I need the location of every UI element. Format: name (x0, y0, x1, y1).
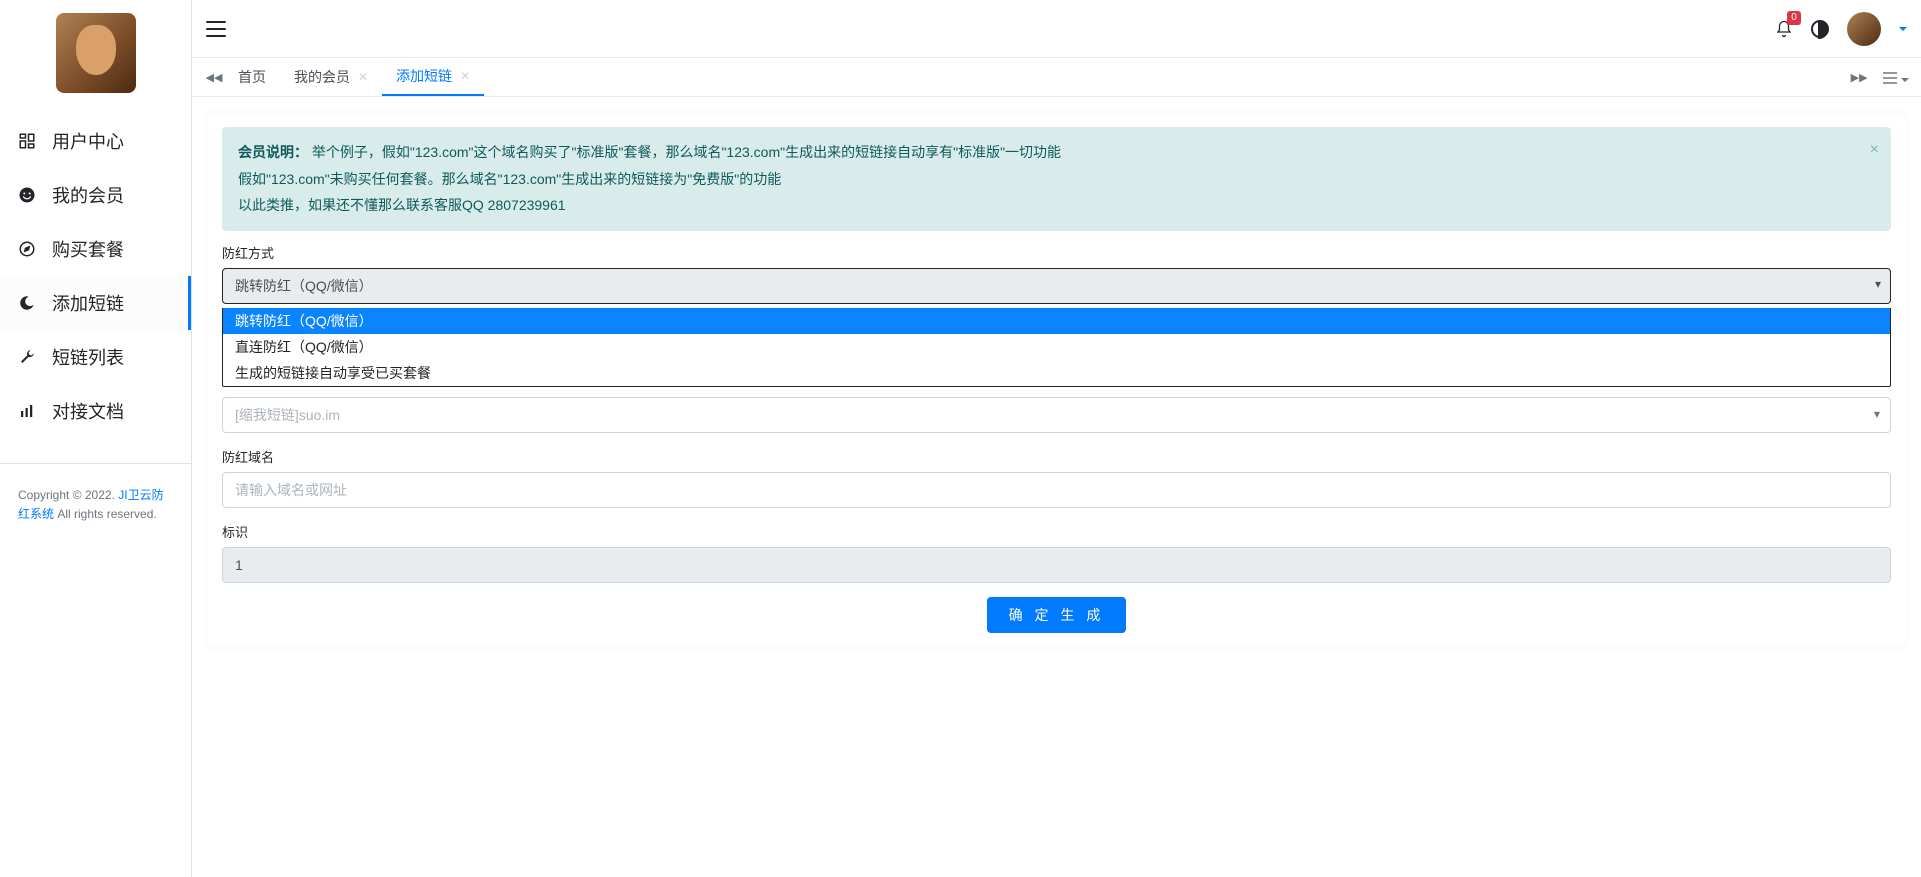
flag-input (222, 547, 1891, 583)
flag-label: 标识 (222, 522, 1891, 541)
sidebar-item-label: 对接文档 (52, 398, 124, 424)
mode-option[interactable]: 生成的短链接自动享受已买套餐 (223, 360, 1890, 386)
user-dropdown-caret-icon[interactable] (1899, 27, 1907, 31)
short-domain-select[interactable]: [缩我短链]suo.im (222, 397, 1891, 433)
sidebar-item-label: 我的会员 (52, 182, 124, 208)
member-callout: × 会员说明： 举个例子，假如"123.com"这个域名购买了"标准版"套餐，那… (222, 127, 1891, 231)
smile-icon (16, 186, 38, 204)
brand-avatar (56, 13, 136, 93)
callout-close-icon[interactable]: × (1870, 135, 1879, 165)
tab-home[interactable]: 首页 (224, 58, 280, 96)
sidebar: 用户中心 我的会员 购买套餐 添加短链 短链列表 对接文档 (0, 0, 192, 877)
form-card: × 会员说明： 举个例子，假如"123.com"这个域名购买了"标准版"套餐，那… (208, 113, 1905, 647)
content-area: 0 ◀◀ 首页 我的会员 ✕ 添加短链 ✕ (192, 0, 1921, 877)
mode-dropdown: 跳转防红（QQ/微信） 直连防红（QQ/微信） 生成的短链接自动享受已买套餐 (222, 308, 1891, 387)
theme-icon[interactable] (1811, 20, 1829, 38)
bell-icon[interactable]: 0 (1775, 19, 1793, 39)
callout-line2: 假如"123.com"未购买任何套餐。那么域名"123.com"生成出来的短链接… (238, 171, 781, 187)
tab-scroll-left-icon[interactable]: ◀◀ (204, 71, 224, 84)
copyright-suffix: All rights reserved. (54, 507, 157, 521)
callout-title: 会员说明： (238, 144, 308, 160)
page-body: × 会员说明： 举个例子，假如"123.com"这个域名购买了"标准版"套餐，那… (192, 97, 1921, 663)
mode-option[interactable]: 直连防红（QQ/微信） (223, 334, 1890, 360)
mode-option[interactable]: 跳转防红（QQ/微信） (223, 308, 1890, 334)
submit-button[interactable]: 确 定 生 成 (987, 597, 1127, 633)
edge-icon (16, 294, 38, 312)
sidebar-item-label: 购买套餐 (52, 236, 124, 262)
tab-menu-icon[interactable] (1883, 69, 1909, 85)
short-domain-placeholder: [缩我短链]suo.im (235, 405, 340, 425)
sidebar-item-label: 用户中心 (52, 128, 124, 154)
copyright-prefix: Copyright © 2022. (18, 488, 118, 502)
target-group: 防红域名 (222, 447, 1891, 508)
sidebar-item-add-shortlink[interactable]: 添加短链 (0, 276, 191, 330)
user-avatar[interactable] (1847, 12, 1881, 46)
target-input[interactable] (222, 472, 1891, 508)
sidebar-item-shortlink-list[interactable]: 短链列表 (0, 330, 191, 384)
sidebar-item-buy-plan[interactable]: 购买套餐 (0, 222, 191, 276)
sidebar-item-my-member[interactable]: 我的会员 (0, 168, 191, 222)
sidebar-item-label: 短链列表 (52, 344, 124, 370)
tab-label: 添加短链 (396, 66, 452, 86)
tab-scroll-right-icon[interactable]: ▶▶ (1849, 71, 1869, 84)
close-icon[interactable]: ✕ (460, 69, 470, 83)
target-label: 防红域名 (222, 447, 1891, 466)
brand-logo (0, 0, 191, 104)
tab-label: 我的会员 (294, 67, 350, 87)
hamburger-icon[interactable] (206, 21, 226, 37)
dashboard-icon (16, 132, 38, 150)
close-icon[interactable]: ✕ (358, 70, 368, 84)
mode-label: 防红方式 (222, 243, 1891, 262)
sidebar-item-api-docs[interactable]: 对接文档 (0, 384, 191, 438)
top-navbar: 0 (192, 0, 1921, 57)
tabbar: ◀◀ 首页 我的会员 ✕ 添加短链 ✕ ▶▶ (192, 57, 1921, 97)
callout-line1: 举个例子，假如"123.com"这个域名购买了"标准版"套餐，那么域名"123.… (312, 144, 1061, 160)
flag-group: 标识 (222, 522, 1891, 583)
sidebar-footer: Copyright © 2022. JI卫云防红系统 All rights re… (0, 472, 191, 538)
sidebar-item-label: 添加短链 (52, 290, 124, 316)
bars-icon (16, 402, 38, 420)
mode-group: 防红方式 跳转防红（QQ/微信） 直连防红（QQ/微信） 生成的短链接自动享受已… (222, 243, 1891, 433)
sidebar-separator (0, 463, 191, 464)
callout-line3: 以此类推，如果还不懂那么联系客服QQ 2807239961 (238, 197, 566, 213)
compass-icon (16, 240, 38, 258)
tab-my-member[interactable]: 我的会员 ✕ (280, 58, 382, 96)
mode-select[interactable] (222, 268, 1891, 304)
tab-add-shortlink[interactable]: 添加短链 ✕ (382, 58, 484, 96)
wrench-icon (16, 348, 38, 366)
notification-badge: 0 (1787, 11, 1801, 25)
tab-label: 首页 (238, 67, 266, 87)
sidebar-nav: 用户中心 我的会员 购买套餐 添加短链 短链列表 对接文档 (0, 114, 191, 438)
sidebar-item-user-center[interactable]: 用户中心 (0, 114, 191, 168)
